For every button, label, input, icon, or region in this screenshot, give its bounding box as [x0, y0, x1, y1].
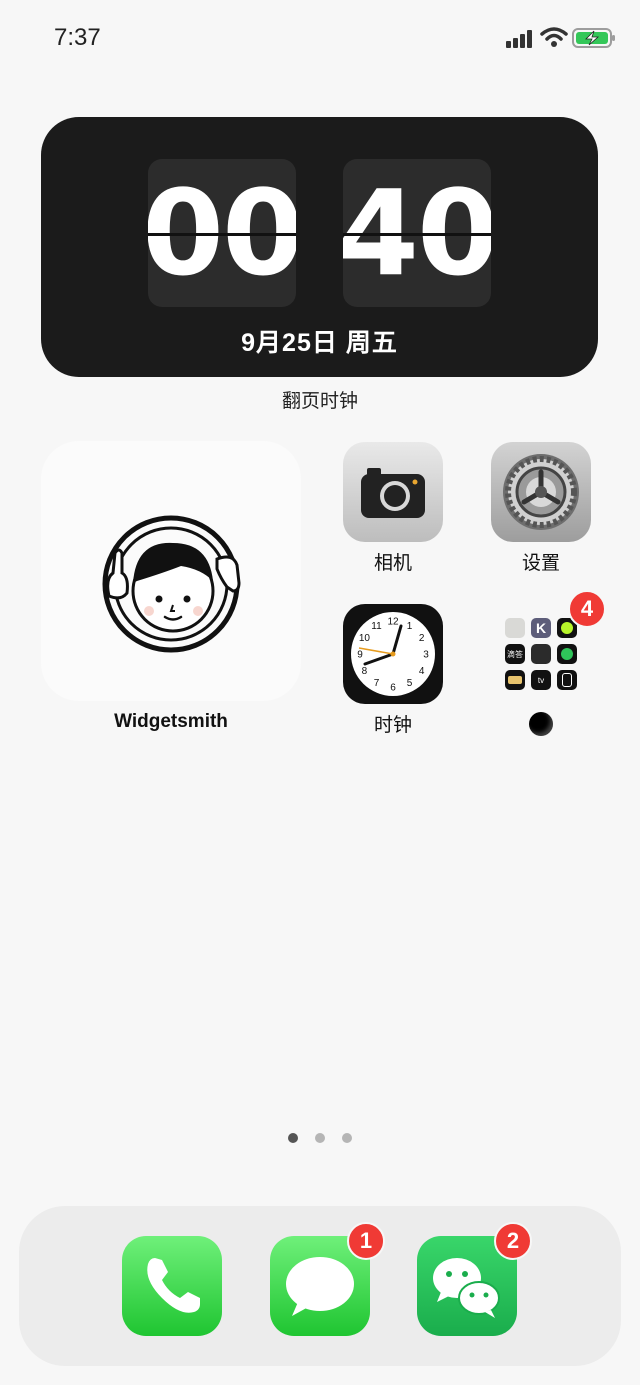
phone-icon: [147, 1258, 200, 1313]
clock-dial-number: 8: [362, 666, 368, 677]
clock-dial-number: 3: [423, 650, 429, 661]
clock-dial-number: 10: [359, 633, 371, 644]
watch-icon: [557, 670, 577, 690]
status-bar: 7:37: [0, 0, 640, 80]
page-dot[interactable]: [288, 1133, 298, 1143]
widgetsmith-label: Widgetsmith: [114, 711, 228, 732]
calculator-icon: [531, 644, 551, 664]
clock-dial-number: 1: [407, 621, 413, 632]
hours-flip-card: 00: [148, 159, 296, 307]
wechat-app[interactable]: 2: [417, 1222, 532, 1336]
clock-dial-number: 6: [390, 683, 396, 694]
clock-dial-number: 11: [371, 621, 382, 632]
page-dot[interactable]: [315, 1133, 325, 1143]
widgetsmith-widget[interactable]: [41, 441, 301, 701]
page-indicator[interactable]: [0, 1133, 640, 1143]
flip-clock-date: 9月25日 周五: [241, 329, 398, 357]
folder-icon[interactable]: K 滴答 tv 4: [491, 590, 606, 704]
black-dot-icon: [529, 712, 553, 736]
clock-dial-number: 7: [374, 678, 380, 689]
folder-label: [491, 712, 591, 736]
camera-label: 相机: [373, 553, 412, 574]
settings-app[interactable]: 设置: [491, 442, 591, 575]
minutes-flip-card: 40: [343, 159, 491, 307]
clock-dial-number: 2: [419, 633, 425, 644]
apple-tv-icon: tv: [531, 670, 551, 690]
messages-app[interactable]: 1: [270, 1222, 385, 1336]
find-my-icon: [557, 644, 577, 664]
clock-dial-number: 4: [419, 666, 425, 677]
phone-app[interactable]: [122, 1236, 222, 1336]
clock-dial-number: 5: [407, 678, 413, 689]
camera-icon[interactable]: [343, 442, 443, 542]
dock: 1 2: [19, 1206, 621, 1366]
k-app-icon: K: [531, 618, 551, 638]
clock-dial-number: 12: [387, 617, 399, 628]
clock-label: 时钟: [373, 715, 412, 736]
cellular-signal-icon: [506, 30, 532, 48]
wifi-icon: [540, 27, 568, 47]
flip-clock-widget[interactable]: 00 40 9月25日 周五: [41, 117, 598, 377]
flip-clock-caption: 翻页时钟: [281, 391, 358, 412]
wechat-badge: 2: [494, 1222, 532, 1260]
folder-badge: 4: [568, 590, 606, 628]
gear-icon[interactable]: [491, 442, 591, 542]
boy-avatar-illustration: [102, 515, 241, 653]
camera-app[interactable]: 相机: [343, 442, 443, 575]
flip-seam: [343, 233, 491, 236]
clock-dial-number: 9: [357, 650, 363, 661]
clock-icon[interactable]: 12 1 2 3 4 5 6 7 8 9 10 11: [343, 604, 443, 704]
app-folder[interactable]: K 滴答 tv 4: [491, 590, 606, 736]
messages-badge: 1: [347, 1222, 385, 1260]
wallet-icon: [505, 670, 525, 690]
battery-charging-icon: [572, 28, 615, 48]
folder-grid: K 滴答 tv: [505, 618, 577, 690]
status-time: 7:37: [54, 24, 101, 51]
settings-label: 设置: [521, 553, 560, 574]
contacts-icon: [505, 618, 525, 638]
clock-app[interactable]: 12 1 2 3 4 5 6 7 8 9 10 11 时钟: [343, 604, 443, 737]
page-dot[interactable]: [342, 1133, 352, 1143]
flip-seam: [148, 233, 296, 236]
text-app-icon: 滴答: [505, 644, 525, 664]
